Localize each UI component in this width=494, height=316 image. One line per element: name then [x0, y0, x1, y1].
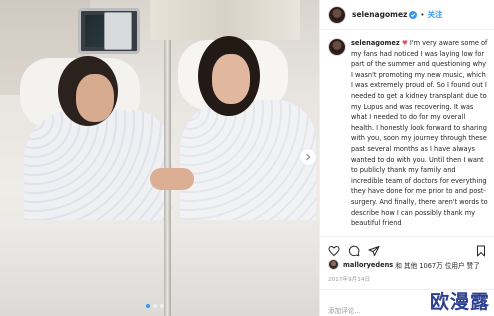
avatar[interactable]: [328, 38, 346, 56]
post-photo: [0, 0, 319, 316]
post-date[interactable]: 2017年9月14日: [328, 275, 370, 283]
post-detail-panel: selenagomez • 关注 selenagomez ♥ I'm very …: [319, 0, 494, 316]
photo-person-left-face: [76, 74, 114, 122]
photo-iv-pump: [104, 12, 132, 50]
photo-holding-hands: [150, 168, 194, 190]
share-button[interactable]: [368, 242, 380, 256]
heart-icon: [328, 245, 340, 256]
carousel-next-button[interactable]: [299, 148, 317, 166]
comment-icon: [348, 245, 360, 256]
photo-curtain: [150, 0, 300, 40]
carousel-dots: [146, 304, 164, 308]
photo-blanket: [0, 220, 319, 316]
carousel-dot: [146, 304, 150, 308]
likes-summary: malloryedens 和 其他 1067万 位用户 赞了: [328, 259, 480, 270]
comment-button[interactable]: [348, 242, 360, 256]
action-bar: [320, 236, 494, 258]
save-button[interactable]: [475, 242, 487, 256]
caption: selenagomez ♥ I'm very aware some of my …: [320, 30, 494, 232]
likes-username[interactable]: malloryedens: [343, 261, 393, 269]
caption-body: I'm very aware some of my fans had notic…: [351, 39, 488, 228]
share-icon: [368, 245, 380, 256]
photo-person-right-face: [212, 54, 250, 104]
follow-button[interactable]: 关注: [428, 9, 443, 20]
header-username[interactable]: selenagomez: [352, 10, 407, 19]
carousel-dot: [153, 304, 157, 308]
verified-badge-icon: [409, 10, 418, 19]
avatar[interactable]: [328, 259, 339, 270]
comment-input[interactable]: [328, 307, 428, 315]
likes-text[interactable]: 和 其他 1067万 位用户 赞了: [395, 260, 480, 270]
carousel-dot: [160, 304, 164, 308]
bookmark-icon: [477, 245, 485, 256]
watermark: 欧漫露: [429, 291, 490, 313]
post-header: selenagomez • 关注: [320, 0, 494, 30]
header-separator: •: [420, 10, 425, 19]
caption-text: selenagomez ♥ I'm very aware some of my …: [351, 38, 488, 232]
heart-emoji-icon: ♥: [401, 39, 408, 47]
avatar[interactable]: [328, 5, 346, 24]
caption-username[interactable]: selenagomez: [351, 39, 400, 47]
chevron-right-icon: [306, 153, 311, 161]
like-button[interactable]: [328, 242, 340, 256]
